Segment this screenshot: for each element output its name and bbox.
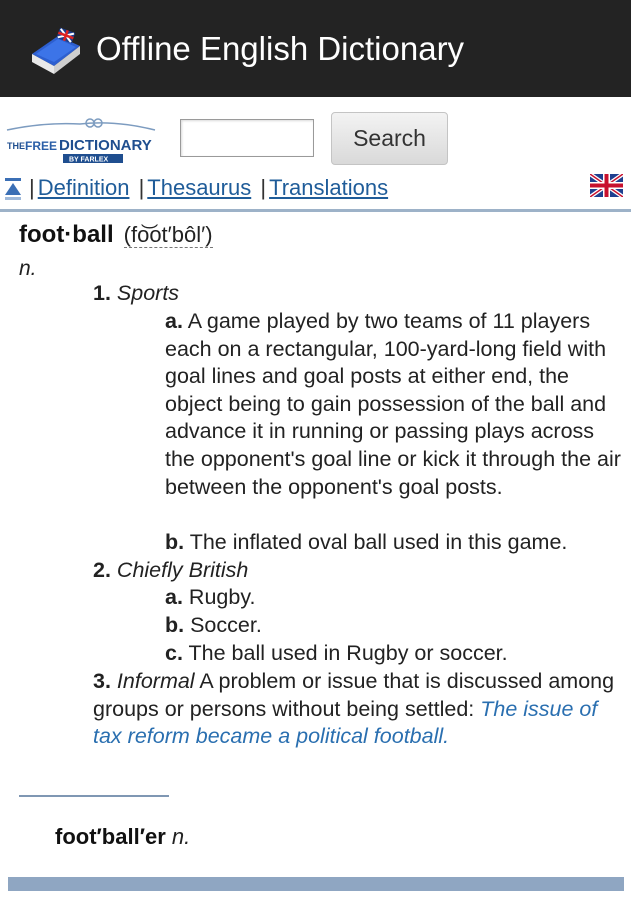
sense-2-header: 2. Chiefly British: [93, 557, 248, 585]
sense-number: 2.: [93, 558, 111, 582]
sense-number: 1.: [93, 281, 111, 305]
sub-sense-marker: a.: [165, 309, 183, 333]
sense-1b: b. The inflated oval ball used in this g…: [165, 529, 625, 557]
definition-text: The inflated oval ball used in this game…: [189, 530, 568, 554]
sub-sense-marker: a.: [165, 585, 183, 609]
arrow-up-icon[interactable]: [4, 178, 22, 200]
sense-label: Sports: [116, 281, 180, 305]
pronunciation[interactable]: (fo͝ot′bôl′): [123, 222, 213, 248]
sense-label: Informal: [116, 669, 195, 693]
sense-2c: c. The ball used in Rugby or soccer.: [165, 640, 625, 668]
sense-1-header: 1. Sports: [93, 280, 179, 308]
logo-the: THE: [7, 141, 25, 151]
sub-sense-marker: b.: [165, 530, 185, 554]
link-definition[interactable]: Definition: [38, 175, 130, 200]
separator: |: [260, 175, 267, 200]
sense-3: 3. Informal A problem or issue that is d…: [93, 668, 623, 751]
app-screen: Offline English Dictionary THE FREE DICT…: [0, 0, 631, 900]
sense-number: 3.: [93, 669, 111, 693]
sense-label: Chiefly British: [116, 558, 249, 582]
thefreedictionary-logo[interactable]: THE FREE DICTIONARY BY FARLEX: [5, 116, 159, 168]
sense-2a: a. Rugby.: [165, 584, 625, 612]
sub-sense-marker: b.: [165, 613, 185, 637]
nav-links: | Definition | Thesaurus | Translations: [26, 172, 388, 204]
link-translations[interactable]: Translations: [269, 175, 388, 200]
search-button[interactable]: Search: [331, 112, 448, 165]
app-title: Offline English Dictionary: [96, 30, 465, 67]
book-icon[interactable]: [28, 24, 84, 78]
logo-by-farlex: BY FARLEX: [69, 157, 108, 164]
headword: foot·ball: [19, 221, 114, 248]
definition-text: Soccer.: [190, 613, 262, 637]
sense-2b: b. Soccer.: [165, 612, 625, 640]
definition-text: Rugby.: [188, 585, 256, 609]
separator: |: [138, 175, 145, 200]
logo-free: FREE: [25, 139, 57, 153]
action-bar: Offline English Dictionary: [0, 0, 631, 97]
bottom-divider: [8, 877, 624, 891]
definition-text: The ball used in Rugby or soccer.: [188, 641, 508, 665]
uk-flag-icon[interactable]: [590, 174, 623, 197]
search-input[interactable]: [180, 119, 314, 157]
divider: [0, 209, 631, 212]
headword-line: foot·ball (fo͝ot′bôl′): [19, 221, 213, 249]
part-of-speech: n.: [19, 257, 37, 280]
logo-dictionary: DICTIONARY: [59, 137, 152, 154]
derived-form: foot′ball′er n.: [55, 824, 190, 850]
nav-row: | Definition | Thesaurus | Translations: [4, 172, 626, 206]
link-thesaurus[interactable]: Thesaurus: [147, 175, 251, 200]
derived-word: foot′ball′er: [55, 824, 166, 849]
derived-pos: n.: [171, 824, 191, 849]
definition-text: A game played by two teams of 11 players…: [165, 309, 621, 499]
separator: |: [29, 175, 35, 200]
sense-1a: a. A game played by two teams of 11 play…: [165, 308, 625, 501]
divider: [19, 795, 169, 797]
sub-sense-marker: c.: [165, 641, 183, 665]
